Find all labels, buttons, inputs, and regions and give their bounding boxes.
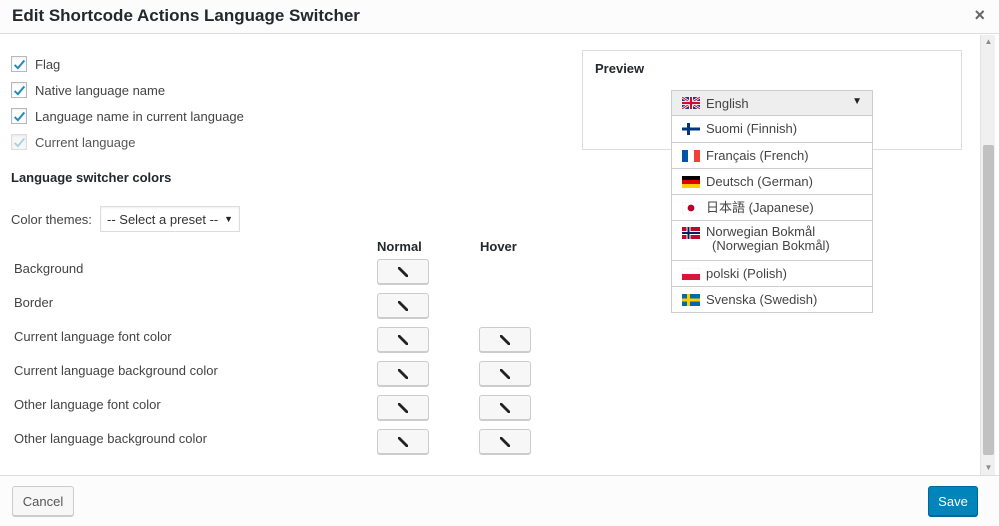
language-switcher-current[interactable]: English ▼ [671,90,873,116]
checkbox-label: Flag [35,56,61,72]
checkbox-native-name-row[interactable]: Native language name [11,80,165,100]
pencil-icon [500,436,510,447]
other-background-normal-picker[interactable] [377,429,429,454]
checkbox-label: Current language [35,134,136,150]
germany-flag-icon [682,175,700,188]
pencil-icon [398,300,408,311]
sweden-flag-icon [682,293,700,306]
dialog-titlebar: Edit Shortcode Actions Language Switcher… [0,0,999,34]
finland-flag-icon [682,123,700,135]
dropdown-arrow-icon: ▼ [852,96,862,107]
checkbox-current-language [11,134,27,150]
language-option-finnish[interactable]: Suomi (Finnish) [672,116,872,142]
scroll-down-arrow-icon[interactable]: ▼ [981,461,996,475]
vertical-scrollbar[interactable]: ▲ ▼ [980,35,995,475]
color-row-label: Current language background color [14,363,218,378]
other-background-hover-picker[interactable] [479,429,531,454]
preview-title: Preview [595,61,645,76]
dialog-title: Edit Shortcode Actions Language Switcher [12,6,360,25]
checkbox-native-name[interactable] [11,82,27,98]
other-font-normal-picker[interactable] [377,395,429,420]
scrollbar-thumb[interactable] [983,145,994,455]
close-icon[interactable]: × [974,5,985,25]
checkbox-current-language-row: Current language [11,132,135,152]
language-option-label: 日本語 (Japanese) [706,199,814,215]
pencil-icon [500,402,510,413]
japan-flag-icon [682,201,700,214]
pencil-icon [398,334,408,345]
language-option-label: Norwegian Bokmål (Norwegian Bokmål) [706,224,830,253]
pencil-icon [398,368,408,379]
checkbox-flag[interactable] [11,56,27,72]
pencil-icon [398,402,408,413]
column-header-normal: Normal [377,239,422,254]
color-row-label: Other language background color [14,431,207,446]
color-row-label: Current language font color [14,329,172,344]
poland-flag-icon [682,267,700,280]
color-row-label: Border [14,295,54,310]
cancel-button[interactable]: Cancel [12,486,74,516]
color-themes-label: Color themes: [11,212,92,227]
dialog-footer: Cancel Save [0,475,999,526]
scroll-up-arrow-icon[interactable]: ▲ [981,35,996,49]
language-option-german[interactable]: Deutsch (German) [672,168,872,194]
language-option-label: polski (Polish) [706,265,787,281]
color-row-label: Other language font color [14,397,161,412]
pencil-icon [500,368,510,379]
language-option-label: Svenska (Swedish) [706,291,818,307]
checkmark-icon [13,137,25,147]
other-font-hover-picker[interactable] [479,395,531,420]
language-option-label: Deutsch (German) [706,173,813,189]
language-option-swedish[interactable]: Svenska (Swedish) [672,286,872,312]
language-option-label: Suomi (Finnish) [706,121,798,136]
pencil-icon [398,266,408,277]
language-option-label: Français (French) [706,147,809,163]
colors-heading: Language switcher colors [11,170,172,185]
checkbox-translated-name-row[interactable]: Language name in current language [11,106,244,126]
france-flag-icon [682,149,700,162]
language-option-japanese[interactable]: 日本語 (Japanese) [672,194,872,220]
pencil-icon [500,334,510,345]
current-font-normal-picker[interactable] [377,327,429,352]
checkmark-icon [13,59,25,70]
current-font-hover-picker[interactable] [479,327,531,352]
dropdown-arrow-icon: ▼ [224,214,233,224]
language-option-norwegian[interactable]: Norwegian Bokmål (Norwegian Bokmål) [672,220,872,260]
checkbox-label: Language name in current language [35,108,244,124]
border-normal-picker[interactable] [377,293,429,318]
color-row-label: Background [14,261,84,276]
save-button[interactable]: Save [928,486,978,516]
color-theme-value: -- Select a preset -- [107,211,219,227]
background-normal-picker[interactable] [377,259,429,284]
current-background-hover-picker[interactable] [479,361,531,386]
checkbox-translated-name[interactable] [11,108,27,124]
color-theme-select[interactable]: -- Select a preset -- ▼ [100,206,240,232]
language-list: Suomi (Finnish) Français (French) Deutsc… [671,116,873,313]
language-option-polish[interactable]: polski (Polish) [672,260,872,286]
checkmark-icon [13,111,25,122]
language-option-french[interactable]: Français (French) [672,142,872,168]
pencil-icon [398,436,408,447]
current-language-label: English [706,95,749,111]
dialog-content: Flag Native language name Language name … [0,35,979,475]
current-background-normal-picker[interactable] [377,361,429,386]
checkmark-icon [13,85,25,96]
checkbox-flag-row[interactable]: Flag [11,54,60,74]
norway-flag-icon [682,227,700,239]
column-header-hover: Hover [480,239,517,254]
uk-flag-icon [682,97,700,109]
checkbox-label: Native language name [35,82,166,98]
